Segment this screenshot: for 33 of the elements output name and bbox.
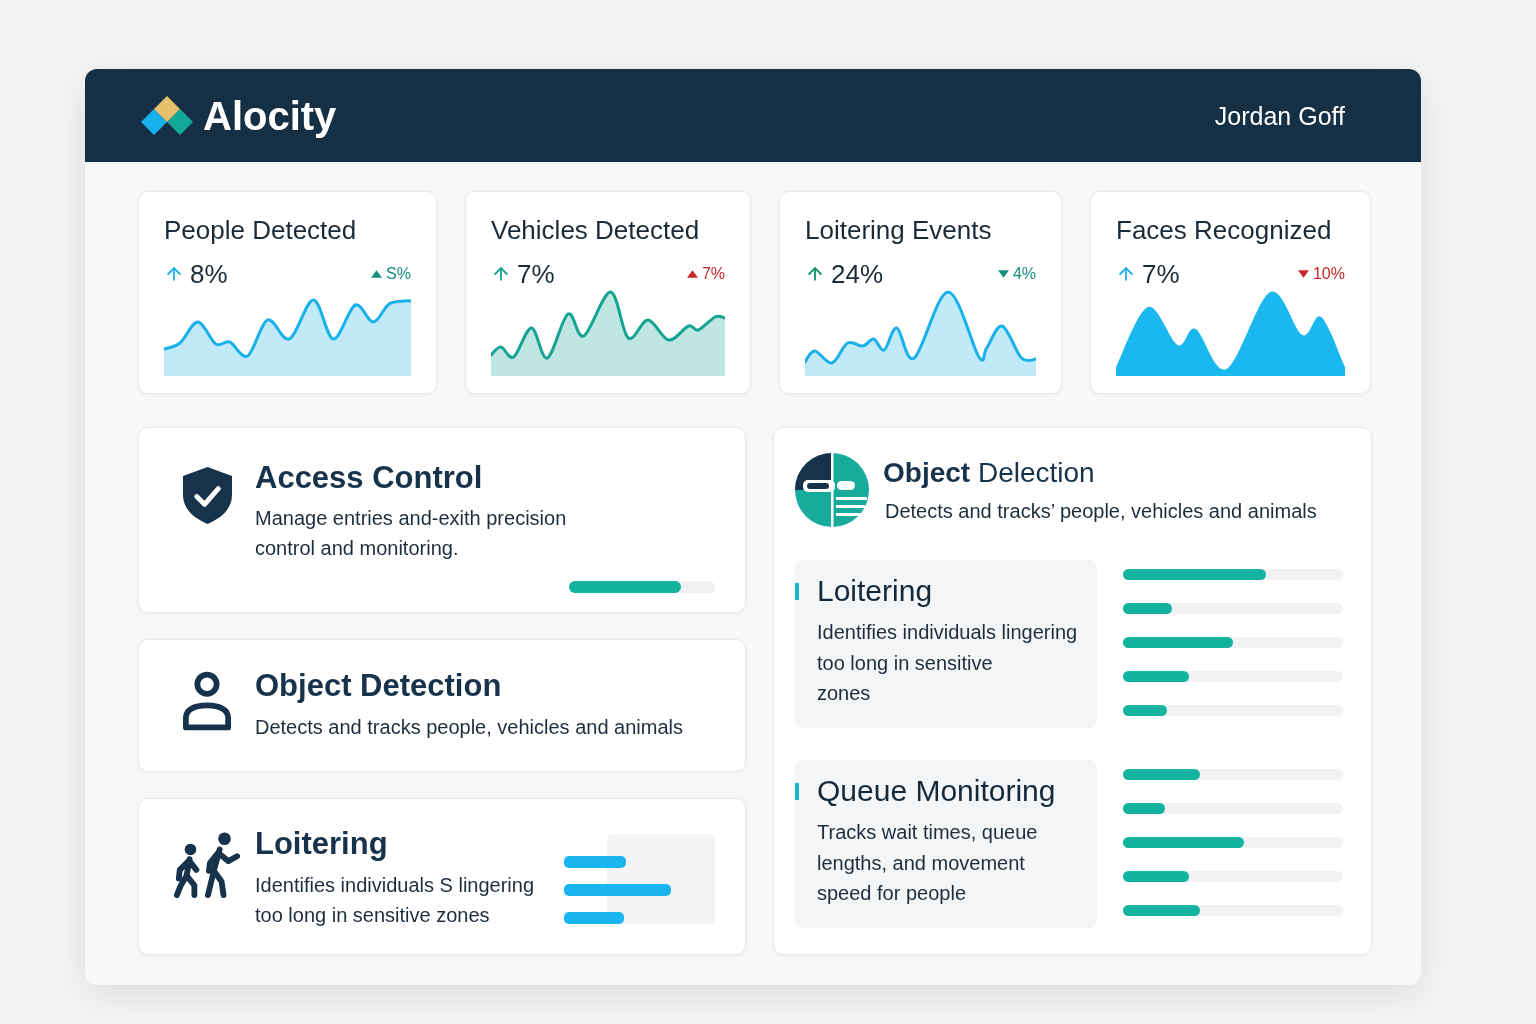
detail-title: Object Delection <box>883 456 1096 490</box>
brand-name: Alocity <box>203 92 337 139</box>
accent-marker-icon <box>795 582 799 600</box>
round-emblem-icon <box>795 453 869 527</box>
stat-value: 7% <box>517 261 555 287</box>
stat-title: Loitering Events <box>805 215 993 245</box>
feature-description: Detects and tracks people, vehicles and animals <box>255 715 684 740</box>
feature-description: Manage entries and-exith precision control and monitoring. <box>255 506 568 561</box>
stat-value: 24% <box>831 261 884 287</box>
user-name: Jordan Goff <box>1214 100 1345 131</box>
stat-title: Vehicles Detected <box>491 215 701 245</box>
section-title: Loitering <box>817 573 933 609</box>
stat-value: 8% <box>190 261 228 287</box>
stat-change: S% <box>386 265 411 283</box>
stat-title: People Detected <box>164 215 358 245</box>
section-description: Identifies individuals lingering too long in sensitive zones <box>817 620 1079 706</box>
feature-description: Identifies individuals S lingering too long in sensitive zones <box>255 873 536 928</box>
feature-title: Loitering <box>255 826 389 862</box>
detail-description: Detects and tracks’ people, vehicles and animals <box>885 499 1317 524</box>
stat-change: 4% <box>1012 265 1036 283</box>
section-title: Queue Monitoring <box>817 773 1056 809</box>
person-icon <box>182 671 232 732</box>
accent-marker-icon <box>795 782 799 800</box>
stat-change: 10% <box>1312 265 1345 283</box>
feature-title: Access Control <box>255 460 484 496</box>
stat-change: 7% <box>701 265 725 283</box>
stat-title: Faces Recognized <box>1116 215 1333 245</box>
feature-title: Object Detection <box>255 668 503 704</box>
logo-icon <box>141 96 193 135</box>
stat-value: 7% <box>1142 261 1180 287</box>
walking-people-icon <box>173 831 241 899</box>
section-description: Tracks wait times, queue lengths, and movement speed for people <box>817 820 1039 906</box>
shield-check-icon <box>181 466 233 525</box>
